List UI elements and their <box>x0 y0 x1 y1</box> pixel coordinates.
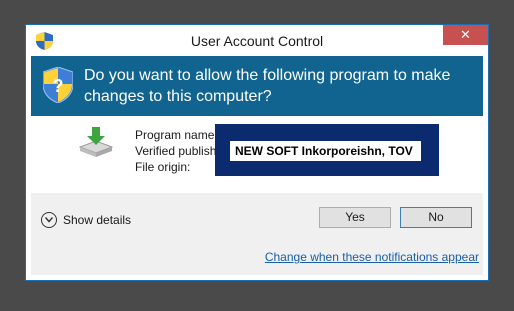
question-banner: ? Do you want to allow the following pro… <box>31 56 483 116</box>
show-details-label: Show details <box>63 213 132 227</box>
publisher-overlay: NEW SOFT Inkorporeishn, TOV <box>215 124 439 176</box>
verified-publisher-label: Verified publish <box>135 144 217 158</box>
title-bar: User Account Control ✕ <box>26 25 488 56</box>
svg-text:?: ? <box>53 76 64 96</box>
chevron-down-icon <box>41 212 57 228</box>
show-details-button[interactable]: Show details <box>41 210 131 230</box>
publisher-name-text: NEW SOFT Inkorporeishn, TOV <box>230 141 421 161</box>
download-installer-icon <box>78 127 114 157</box>
program-fields: Program name Verified publish File origi… <box>135 127 216 175</box>
window-title: User Account Control <box>190 33 324 49</box>
change-notifications-link[interactable]: Change when these notifications appear <box>265 250 479 264</box>
yes-button[interactable]: Yes <box>319 207 391 228</box>
file-origin-label: File origin: <box>135 160 191 174</box>
close-button[interactable]: ✕ <box>443 25 488 45</box>
uac-shield-icon: ? <box>43 67 73 103</box>
question-text: Do you want to allow the following progr… <box>84 67 451 105</box>
uac-dialog: User Account Control ✕ ? Do you want to … <box>25 24 489 281</box>
program-name-label: Program name <box>135 128 215 142</box>
no-button[interactable]: No <box>400 207 472 228</box>
dialog-footer: Show details Yes No Change when these no… <box>31 193 483 275</box>
